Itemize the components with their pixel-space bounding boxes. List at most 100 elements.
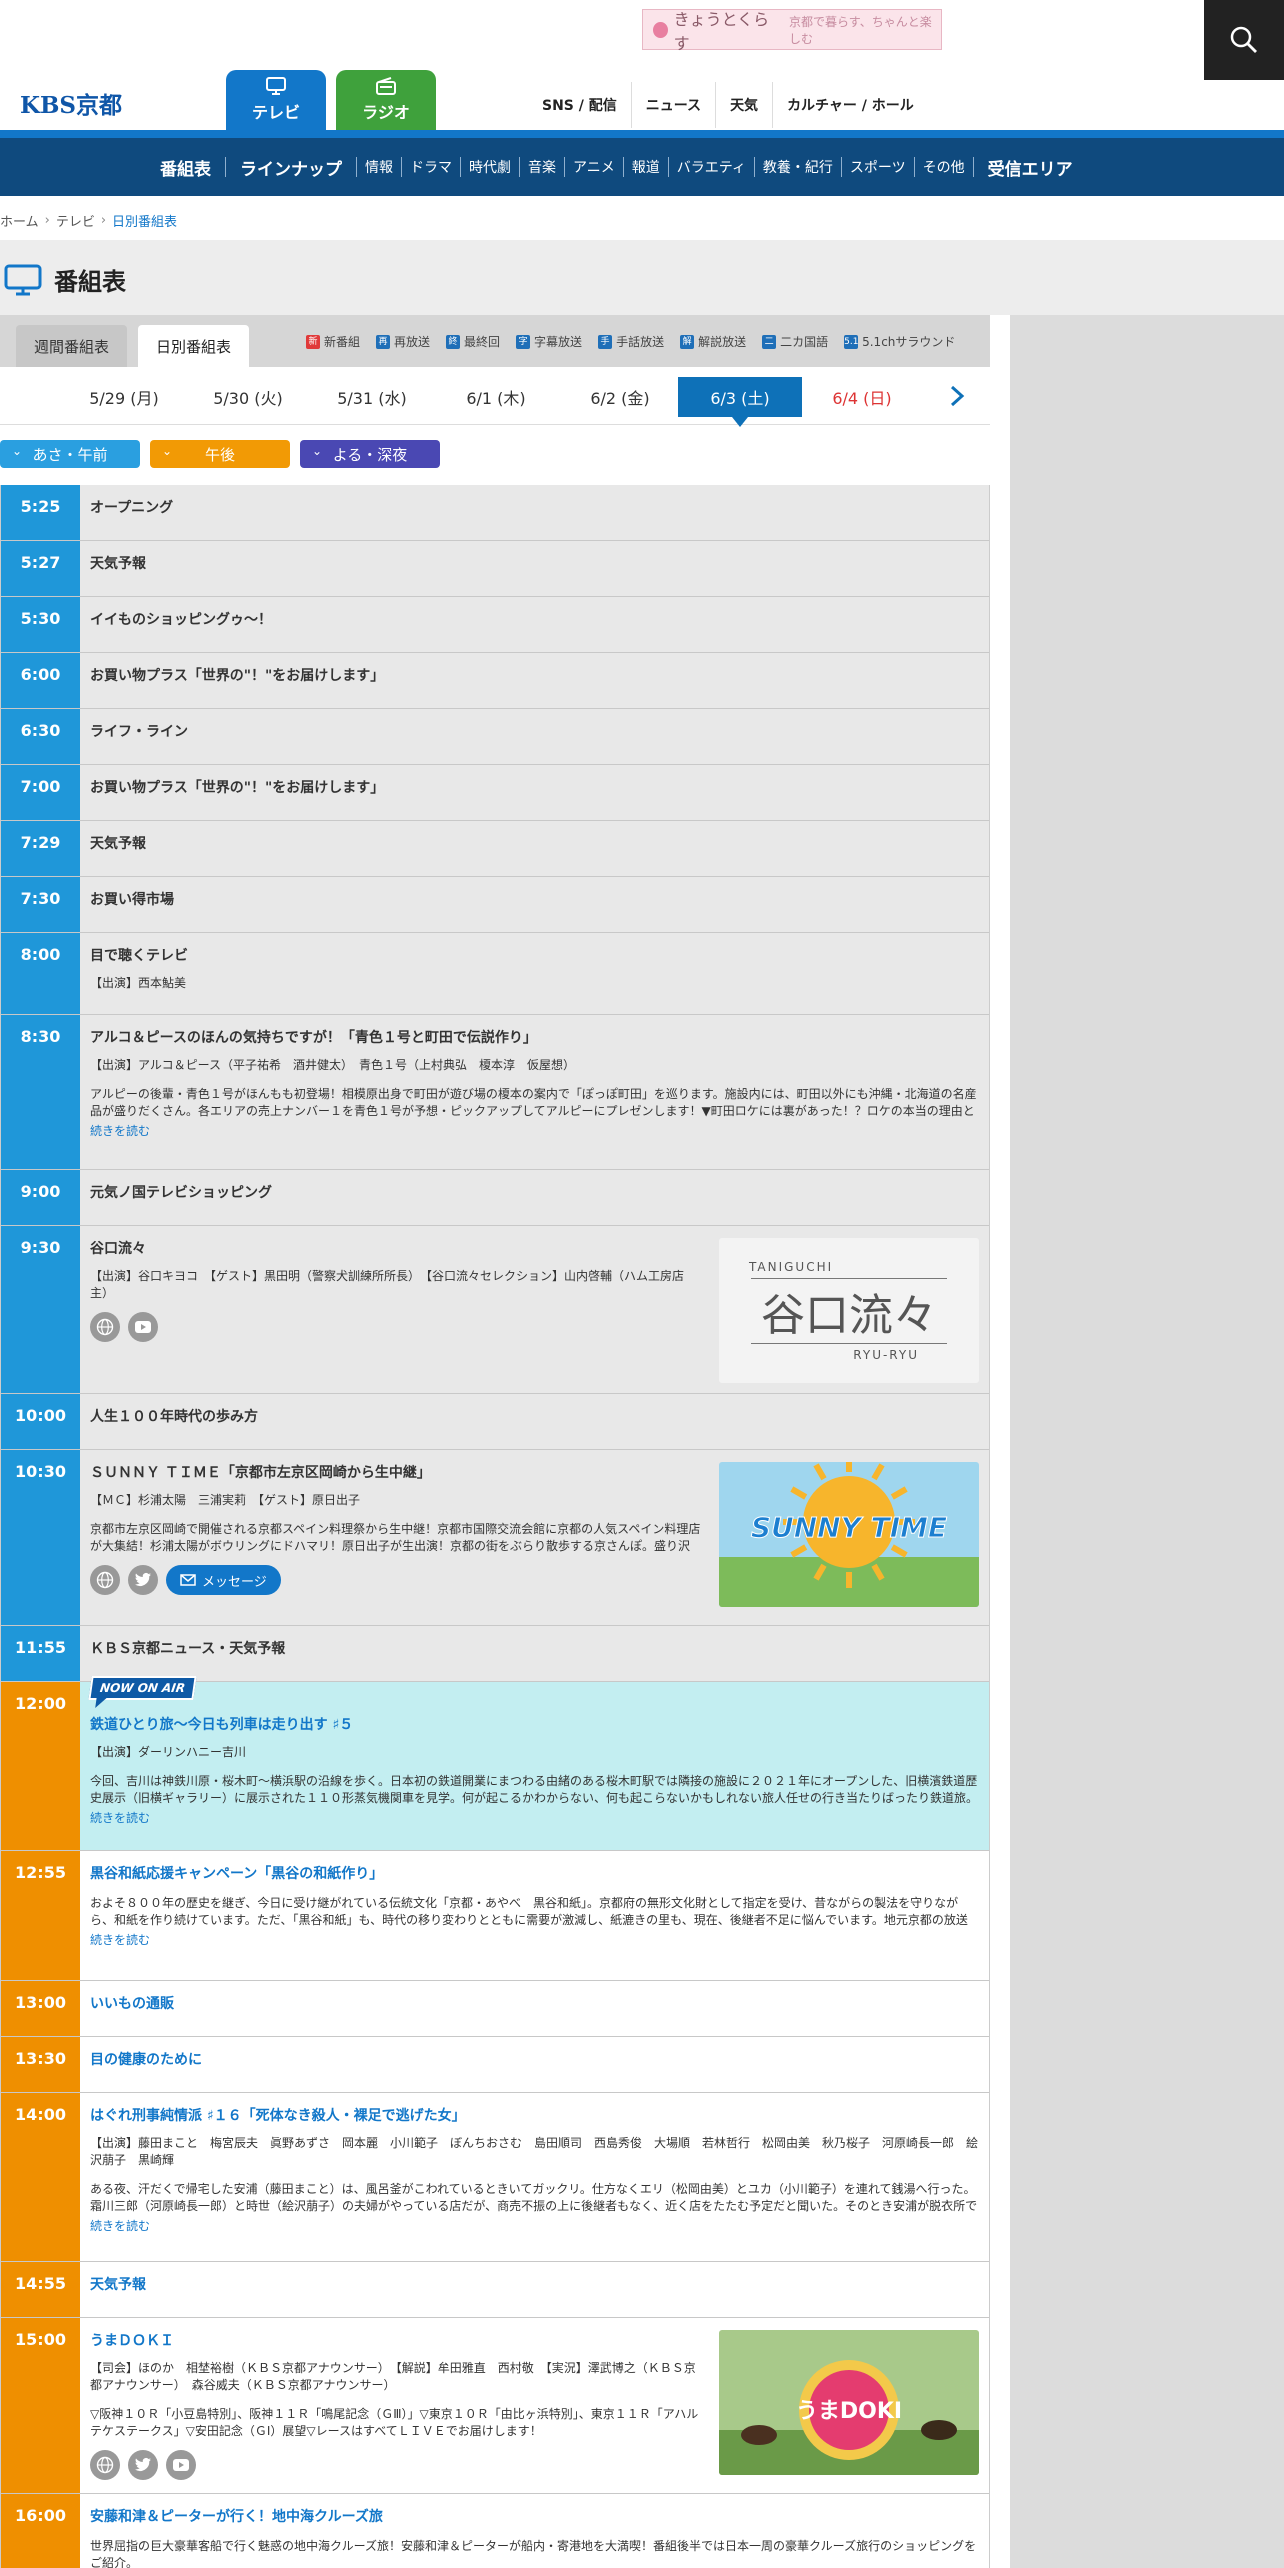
date-5[interactable]: 6/2 (金) [558, 377, 682, 417]
program-body: 谷口流々 【出演】谷口キヨコ 【ゲスト】黒田明（警察犬訓練所所長） 【谷口流々セレ… [80, 1226, 989, 1393]
tab-tv[interactable]: テレビ [226, 70, 326, 130]
program-row: 8:30 アルコ＆ピースのほんの気持ちですが！「青色１号と町田で伝説作り」 【出演】… [1, 1015, 989, 1170]
program-text: 天気予報 [90, 2274, 979, 2307]
nav-jidaigeki[interactable]: 時代劇 [469, 157, 511, 177]
read-more-link[interactable]: 続きを読む [90, 1811, 150, 1825]
nav-other[interactable]: その他 [923, 157, 965, 177]
date-7[interactable]: 6/4 (日) [800, 377, 924, 417]
nav-anime[interactable]: アニメ [573, 157, 615, 177]
web-button[interactable] [90, 2450, 120, 2480]
program-title[interactable]: 安藤和津＆ピーターが行く！地中海クルーズ旅 [90, 2509, 383, 2525]
read-more-link[interactable]: 続きを読む [90, 1933, 150, 1947]
nav-music[interactable]: 音楽 [528, 157, 556, 177]
nav-schedule[interactable]: 番組表 [160, 155, 211, 180]
site-header: きょうとくらす 京都で暮らす、ちゃんと楽しむ KBS京都 テレビ ラジオ SNS… [0, 0, 1284, 134]
program-time: 14:55 [1, 2262, 80, 2317]
program-title[interactable]: 天気予報 [90, 556, 146, 572]
program-title[interactable]: 天気予報 [90, 836, 146, 852]
program-time: 10:00 [1, 1394, 80, 1449]
period-morning-button[interactable]: ⌄ あさ・午前 [0, 440, 140, 468]
program-time: 6:00 [1, 653, 80, 708]
link-news[interactable]: ニュース [630, 82, 715, 128]
program-title[interactable]: 目で聴くテレビ [90, 948, 188, 964]
program-body: 天気予報 [80, 541, 989, 596]
nav-variety[interactable]: バラエティ [677, 157, 746, 177]
program-title[interactable]: ライフ・ライン [90, 724, 188, 740]
date-6[interactable]: 6/3 (土) [678, 377, 802, 427]
breadcrumb-tv[interactable]: テレビ [56, 211, 95, 230]
program-title[interactable]: お買い得市場 [90, 892, 174, 908]
nav-info[interactable]: 情報 [365, 157, 393, 177]
program-title[interactable]: 黒谷和紙応援キャンペーン「黒谷の和紙作り」 [90, 1866, 383, 1882]
thumb-top-text: TANIGUCHI [749, 1259, 834, 1274]
legend-label: 手話放送 [616, 335, 665, 349]
nav-drama[interactable]: ドラマ [410, 157, 452, 177]
program-title[interactable]: いいもの通販 [90, 1996, 174, 2012]
tab-daily-schedule[interactable]: 日別番組表 [138, 325, 250, 367]
program-title[interactable]: イイものショッピングゥ〜！ [90, 612, 272, 628]
nav-separator [401, 157, 402, 177]
thumb-sub-text: RYU-RYU [853, 1347, 919, 1362]
message-label: メッセージ [202, 1574, 267, 1590]
twitter-button[interactable] [128, 2450, 158, 2480]
date-2[interactable]: 5/30 (火) [186, 377, 310, 417]
tab-radio[interactable]: ラジオ [336, 70, 436, 130]
program-title[interactable]: オープニング [90, 500, 173, 516]
program-description: およそ８００年の歴史を継ぎ、今日に受け継がれている伝統文化「京都・あやべ 黒谷和… [90, 1896, 968, 1927]
read-more-link[interactable]: 続きを読む [90, 2219, 150, 2233]
period-night-button[interactable]: ⌄ よる・深夜 [300, 440, 440, 468]
date-4[interactable]: 6/1 (木) [434, 377, 558, 417]
thumb-main-text: うまDOKI [796, 2399, 902, 2424]
program-title[interactable]: お買い物プラス「世界の"！"をお届けします」 [90, 668, 384, 684]
tab-weekly-schedule[interactable]: 週間番組表 [16, 325, 128, 367]
nav-reception-area[interactable]: 受信エリア [988, 155, 1073, 180]
nav-news[interactable]: 報道 [632, 157, 660, 177]
read-more-link[interactable]: 続きを読む [90, 1124, 150, 1138]
date-next-button[interactable] [944, 383, 970, 409]
link-culture[interactable]: カルチャー / ホール [772, 82, 928, 128]
program-title[interactable]: 目の健康のために [90, 2052, 202, 2068]
search-button[interactable] [1204, 0, 1284, 80]
program-title[interactable]: ＫＢＳ京都ニュース・天気予報 [90, 1641, 285, 1657]
promo-banner[interactable]: きょうとくらす 京都で暮らす、ちゃんと楽しむ [642, 9, 942, 53]
program-title[interactable]: はぐれ刑事純情派 ♯１６「死体なき殺人・裸足で逃げた女」 [90, 2108, 466, 2124]
program-description: ある夜、汗だくで帰宅した安浦（藤田まこと）は、風呂釜がこわれているときいてガック… [90, 2182, 978, 2213]
program-title[interactable]: 元気ノ国テレビショッピング [90, 1185, 272, 1201]
program-title[interactable]: お買い物プラス「世界の"！"をお届けします」 [90, 780, 384, 796]
date-1[interactable]: 5/29 (月) [62, 377, 186, 417]
program-title[interactable]: 鉄道ひとり旅〜今日も列車は走り出す ♯５ [90, 1717, 353, 1733]
youtube-button[interactable] [128, 1312, 158, 1342]
program-links: メッセージ [90, 1565, 701, 1595]
nav-culture[interactable]: 教養・紀行 [763, 157, 833, 177]
period-afternoon-button[interactable]: ⌄ 午後 [150, 440, 290, 468]
program-title[interactable]: 人生１００年時代の歩み方 [90, 1409, 258, 1425]
legend-label: 5.1chサラウンド [862, 335, 956, 349]
legend-item: 解解説放送 [680, 333, 746, 350]
web-button[interactable] [90, 1312, 120, 1342]
nav-sports[interactable]: スポーツ [850, 157, 906, 177]
youtube-button[interactable] [166, 2450, 196, 2480]
program-title[interactable]: うまＤＯＫＩ [90, 2333, 174, 2349]
nav-lineup[interactable]: ラインナップ [240, 155, 342, 180]
message-button[interactable]: メッセージ [166, 1565, 281, 1595]
program-title[interactable]: アルコ＆ピースのほんの気持ちですが！「青色１号と町田で伝説作り」 [90, 1030, 537, 1046]
thumb-main-text: 谷口流々 [751, 1277, 947, 1344]
link-sns[interactable]: SNS / 配信 [528, 82, 631, 128]
program-row: 14:55 天気予報 [1, 2262, 989, 2318]
program-row: 11:55 ＫＢＳ京都ニュース・天気予報 [1, 1626, 989, 1682]
program-body: ＫＢＳ京都ニュース・天気予報 [80, 1626, 989, 1681]
breadcrumb-home[interactable]: ホーム [0, 211, 39, 230]
nav-separator [667, 157, 669, 177]
kbs-logo[interactable]: KBS京都 [20, 86, 122, 120]
web-button[interactable] [90, 1565, 120, 1595]
link-weather[interactable]: 天気 [715, 82, 772, 128]
program-title[interactable]: ＳＵＮＮＹ ＴＩＭＥ「京都市左京区岡崎から生中継」 [90, 1465, 431, 1481]
date-3[interactable]: 5/31 (水) [310, 377, 434, 417]
program-cast: 【司会】ほのか 相埜裕樹（ＫＢＳ京都アナウンサー） 【解説】牟田雅直 西村敬 【… [90, 2361, 696, 2392]
program-time: 11:55 [1, 1626, 80, 1681]
program-time: 9:30 [1, 1226, 80, 1393]
program-title[interactable]: 谷口流々 [90, 1241, 146, 1257]
program-title[interactable]: 天気予報 [90, 2277, 146, 2293]
twitter-button[interactable] [128, 1565, 158, 1595]
program-body: ライフ・ライン [80, 709, 989, 764]
